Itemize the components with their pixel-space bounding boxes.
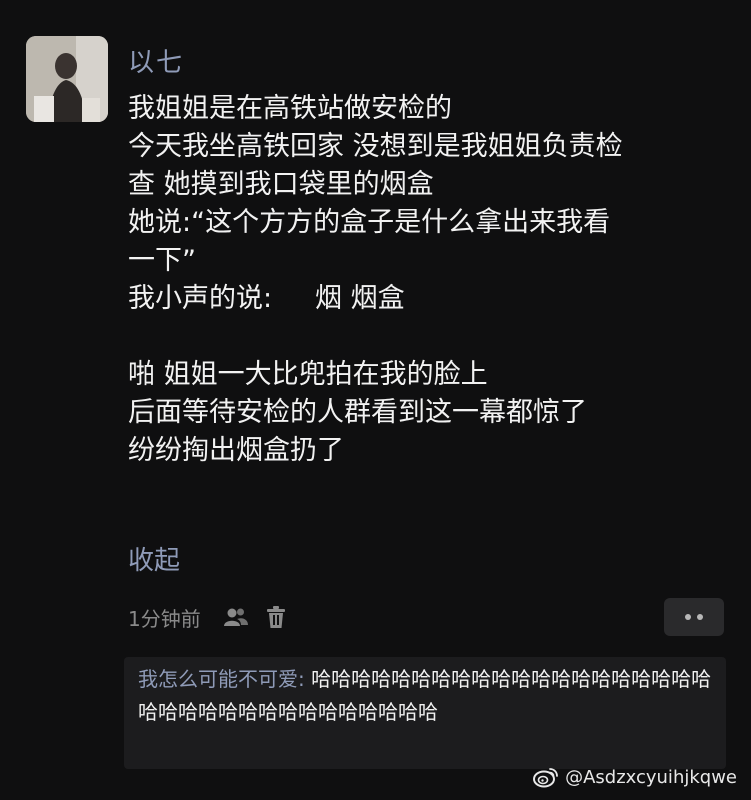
weibo-logo-icon <box>533 768 558 788</box>
users-icon[interactable] <box>223 604 249 630</box>
watermark: @Asdzxcyuihjkqwe <box>533 766 737 788</box>
comment-line: 查 她摸到我口袋里的烟盒 <box>128 169 434 200</box>
comment-avatar[interactable] <box>26 36 108 122</box>
comment-line: 纷纷掏出烟盒扔了 <box>128 435 344 466</box>
reply-box[interactable]: 我怎么可能不可爱: 哈哈哈哈哈哈哈哈哈哈哈哈哈哈哈哈哈哈哈哈哈哈哈哈哈哈哈哈哈哈… <box>124 657 726 769</box>
comment-body: 我姐姐是在高铁站做安检的 今天我坐高铁回家 没想到是我姐姐负责检 查 她摸到我口… <box>128 90 728 470</box>
comment-line <box>128 318 728 356</box>
reply-username[interactable]: 我怎么可能不可爱 <box>138 667 298 691</box>
reply-separator: : <box>298 667 312 691</box>
more-dots-icon <box>685 614 703 620</box>
reply-text: 我怎么可能不可爱: 哈哈哈哈哈哈哈哈哈哈哈哈哈哈哈哈哈哈哈哈哈哈哈哈哈哈哈哈哈哈… <box>138 663 716 729</box>
collapse-link[interactable]: 收起 <box>128 540 180 577</box>
watermark-text: @Asdzxcyuihjkqwe <box>565 766 737 788</box>
more-button[interactable] <box>664 598 724 636</box>
comment-line: 今天我坐高铁回家 没想到是我姐姐负责检 <box>128 131 623 162</box>
comment-meta-row: 1分钟前 <box>128 600 289 634</box>
comment-line: 我姐姐是在高铁站做安检的 <box>128 93 452 124</box>
comment-line: 我小声的说: 烟 烟盒 <box>128 283 405 314</box>
comment-username[interactable]: 以七 <box>128 42 184 79</box>
comment-timestamp: 1分钟前 <box>128 606 201 631</box>
comment-line: 啪 姐姐一大比兜拍在我的脸上 <box>128 359 488 390</box>
comment-line: 后面等待安检的人群看到这一幕都惊了 <box>128 397 587 428</box>
avatar-image <box>26 36 108 122</box>
trash-icon[interactable] <box>263 604 289 630</box>
comment-line: 她说:“这个方方的盒子是什么拿出来我看 <box>128 207 611 238</box>
comment-line: 一下” <box>128 245 196 276</box>
